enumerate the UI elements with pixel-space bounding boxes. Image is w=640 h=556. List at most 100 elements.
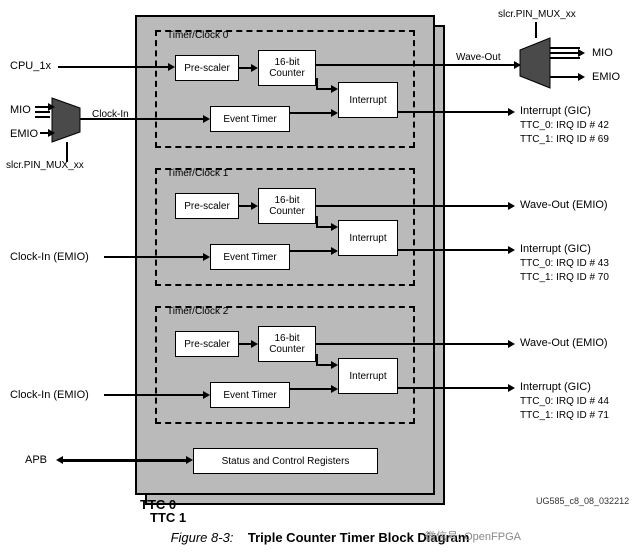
wave-out-top-line <box>316 64 516 66</box>
wave2-line <box>316 343 511 345</box>
interrupt-1: Interrupt <box>338 220 398 256</box>
cpu-1x-label: CPU_1x <box>10 60 51 72</box>
group-2-title: Timer/Clock 2 <box>167 306 228 317</box>
slcr-left-label: slcr.PIN_MUX_xx <box>6 160 84 171</box>
apb-label: APB <box>25 454 47 466</box>
int0-arrow <box>508 108 515 116</box>
emio-label: EMIO <box>10 128 38 140</box>
clock-in-emio-1-arrow <box>203 253 210 261</box>
mux-out-line <box>80 118 205 120</box>
counter-0-text: 16-bit Counter <box>269 57 305 79</box>
status-control-registers: Status and Control Registers <box>193 448 378 474</box>
slcr-right-label: slcr.PIN_MUX_xx <box>498 9 576 20</box>
interrupt-0-text: Interrupt <box>349 95 386 106</box>
g2-cnt-to-int-a <box>331 361 338 369</box>
mio-to-mux-line3 <box>35 116 50 118</box>
counter-1-text: 16-bit Counter <box>269 195 305 217</box>
event-timer-1-text: Event Timer <box>223 252 276 263</box>
mux-emio-arrow <box>578 73 585 81</box>
clock-in-emio-1-line <box>104 256 204 258</box>
prescaler-2: Pre-scaler <box>175 331 239 357</box>
apb-arrow-l <box>56 456 63 464</box>
left-mux-icon <box>52 98 88 142</box>
status-control-text: Status and Control Registers <box>222 456 350 467</box>
int1-label: Interrupt (GIC) <box>520 243 591 255</box>
document-id: UG585_c8_08_032212 <box>536 496 629 506</box>
diagram-canvas: TTC 0 TTC 1 Timer/Clock 0 Pre-scaler 16-… <box>0 0 640 556</box>
g2-pre-to-cnt-a <box>251 340 258 348</box>
int0-a-label: TTC_0: IRQ ID # 42 <box>520 120 609 131</box>
g1-evt-to-int-a <box>331 247 338 255</box>
mux-mio-line3 <box>550 57 580 59</box>
int1-a-label: TTC_0: IRQ ID # 43 <box>520 258 609 269</box>
mux-mio-label: MIO <box>592 47 613 59</box>
wave-out-top-label: Wave-Out <box>456 52 501 63</box>
int1-b-label: TTC_1: IRQ ID # 70 <box>520 272 609 283</box>
figure-caption: Figure 8-3: Triple Counter Timer Block D… <box>0 530 640 545</box>
mux-mio-line1 <box>550 47 580 49</box>
mux-out-arrow <box>203 115 210 123</box>
wave2-arrow <box>508 340 515 348</box>
wave2-label: Wave-Out (EMIO) <box>520 337 608 349</box>
interrupt-1-text: Interrupt <box>349 233 386 244</box>
int0-b-label: TTC_1: IRQ ID # 69 <box>520 134 609 145</box>
interrupt-2: Interrupt <box>338 358 398 394</box>
int2-a-label: TTC_0: IRQ ID # 44 <box>520 396 609 407</box>
g0-evt-to-int <box>290 112 334 114</box>
event-timer-0: Event Timer <box>210 106 290 132</box>
mux-emio-line <box>550 76 580 78</box>
mux-emio-label: EMIO <box>592 71 620 83</box>
int1-line <box>398 249 510 251</box>
apb-arrow-r <box>186 456 193 464</box>
int1-arrow <box>508 246 515 254</box>
mux-mio-arrow <box>578 49 585 57</box>
prescaler-0-text: Pre-scaler <box>184 63 230 74</box>
slcr-right-vline <box>535 22 537 38</box>
prescaler-2-text: Pre-scaler <box>184 339 230 350</box>
g2-evt-to-int <box>290 388 334 390</box>
event-timer-2: Event Timer <box>210 382 290 408</box>
clock-in-emio-2-arrow <box>203 391 210 399</box>
interrupt-2-text: Interrupt <box>349 371 386 382</box>
g2-cnt-to-int-v <box>316 354 318 366</box>
interrupt-0: Interrupt <box>338 82 398 118</box>
group-0-title: Timer/Clock 0 <box>167 30 228 41</box>
g0-cnt-to-int-v <box>316 78 318 90</box>
caption-prefix: Figure 8-3: <box>171 530 234 545</box>
clock-in-emio-1-label: Clock-In (EMIO) <box>10 251 89 263</box>
mio-label: MIO <box>10 104 31 116</box>
g1-cnt-to-int-a <box>331 223 338 231</box>
group-1-title: Timer/Clock 1 <box>167 168 228 179</box>
counter-0: 16-bit Counter <box>258 50 316 86</box>
g0-cnt-to-int-a <box>331 85 338 93</box>
clock-in-emio-2-line <box>104 394 204 396</box>
apb-line <box>62 459 188 462</box>
int0-line <box>398 111 510 113</box>
g1-evt-to-int <box>290 250 334 252</box>
cpu-to-prescaler-line <box>58 66 170 68</box>
prescaler-1: Pre-scaler <box>175 193 239 219</box>
watermark-text: 微信号: OpenFPGA <box>425 528 521 544</box>
mux-mio-line2 <box>550 52 580 54</box>
ttc1-label: TTC 1 <box>150 510 186 525</box>
mio-to-mux-line2 <box>35 111 50 113</box>
g1-pre-to-cnt-a <box>251 202 258 210</box>
event-timer-0-text: Event Timer <box>223 114 276 125</box>
int0-label: Interrupt (GIC) <box>520 105 591 117</box>
clock-in-emio-2-label: Clock-In (EMIO) <box>10 389 89 401</box>
g2-evt-to-int-a <box>331 385 338 393</box>
right-mux-icon <box>520 38 556 88</box>
counter-1: 16-bit Counter <box>258 188 316 224</box>
counter-2: 16-bit Counter <box>258 326 316 362</box>
mio-to-mux-arrow1 <box>48 103 55 111</box>
event-timer-1: Event Timer <box>210 244 290 270</box>
g0-pre-to-cnt-a <box>251 64 258 72</box>
prescaler-1-text: Pre-scaler <box>184 201 230 212</box>
wave1-label: Wave-Out (EMIO) <box>520 199 608 211</box>
g1-cnt-to-int-v <box>316 216 318 228</box>
prescaler-0: Pre-scaler <box>175 55 239 81</box>
int2-line <box>398 387 510 389</box>
cpu-to-prescaler-arrow <box>168 63 175 71</box>
int2-b-label: TTC_1: IRQ ID # 71 <box>520 410 609 421</box>
g0-evt-to-int-a <box>331 109 338 117</box>
